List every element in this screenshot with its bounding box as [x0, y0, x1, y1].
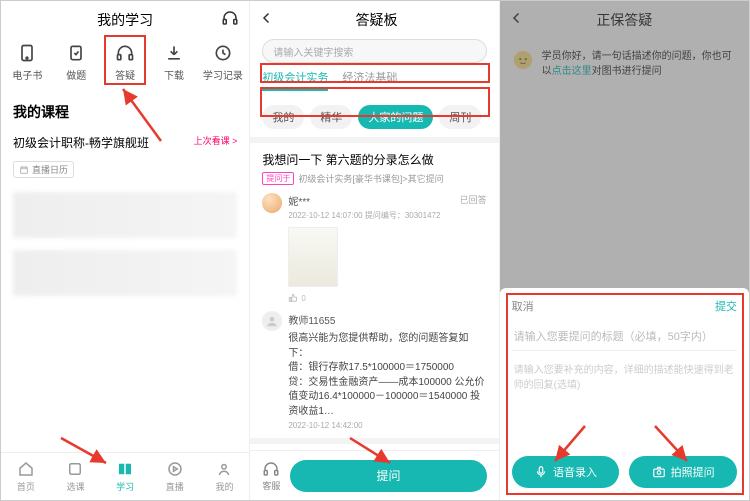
search-input[interactable]: 请输入关键字搜索 [262, 39, 486, 63]
voice-label: 语音录入 [553, 464, 597, 480]
body-input[interactable]: 请输入您要补充的内容，详细的描述能快速得到老师的回复(选填) [512, 351, 737, 448]
nav-study[interactable]: 学习 [116, 460, 134, 493]
answer-text: 很高兴能为您提供帮助，您的问题答复如下： 借：银行存款17.5*100000＝1… [288, 332, 486, 419]
cancel-button[interactable]: 取消 [512, 298, 534, 314]
course-name: 初级会计职称-畅学旗舰班 [13, 134, 149, 151]
nav-label: 选课 [66, 480, 84, 493]
question-item[interactable]: 我想问一下 第六题的分录怎么做 提问于 初级会计实务[豪华书课包]>其它提问 妮… [250, 143, 498, 438]
page-title: 我的学习 [97, 10, 153, 30]
like-count[interactable]: 0 [288, 293, 486, 303]
question-tag: 提问于 [262, 172, 294, 185]
question-date: 2022-10-12 14:07:00 提问编号：30301472 [288, 210, 486, 221]
tab-qa[interactable]: 答疑 [103, 43, 148, 82]
service-button[interactable]: 客服 [262, 460, 280, 492]
question-title: 我想问一下 第六题的分录怎么做 [262, 151, 486, 168]
filter-pill[interactable]: 大家的问题 [358, 105, 433, 129]
replied-badge: 已回答 [460, 193, 487, 208]
clipboard-icon [66, 43, 86, 63]
subject-tab[interactable]: 初级会计实务 [262, 69, 328, 91]
nav-live[interactable]: 直播 [166, 460, 184, 493]
tablet-icon [17, 43, 37, 63]
tab-ebook[interactable]: 电子书 [5, 43, 50, 82]
tab-download[interactable]: 下载 [152, 43, 197, 82]
live-calendar-label: 直播日历 [32, 163, 68, 176]
nav-select[interactable]: 选课 [66, 460, 84, 493]
voice-input-button[interactable]: 语音录入 [512, 456, 620, 488]
download-icon [164, 43, 184, 63]
history-icon [213, 43, 233, 63]
ask-button[interactable]: 提问 [290, 460, 486, 492]
service-label: 客服 [262, 479, 280, 492]
live-calendar-button[interactable]: 直播日历 [13, 161, 74, 178]
question-meta: 初级会计实务[豪华书课包]>其它提问 [298, 172, 443, 185]
nav-label: 首页 [17, 480, 35, 493]
tab-label: 做题 [66, 67, 86, 82]
like-number: 0 [301, 294, 305, 303]
avatar [262, 193, 282, 213]
submit-button[interactable]: 提交 [715, 298, 737, 314]
question-image[interactable] [288, 227, 338, 287]
filter-pill[interactable]: 我的 [262, 105, 304, 129]
photo-label: 拍照提问 [671, 464, 715, 480]
nav-mine[interactable]: 我的 [215, 460, 233, 493]
filter-pill[interactable]: 周刊 [439, 105, 481, 129]
tab-record[interactable]: 学习记录 [200, 43, 245, 82]
tab-label: 下载 [164, 67, 184, 82]
tab-label: 学习记录 [203, 67, 243, 82]
ask-sheet: 取消 提交 请输入您要提问的标题（必填，50字内） 请输入您要补充的内容，详细的… [500, 288, 749, 500]
title-input[interactable]: 请输入您要提问的标题（必填，50字内） [512, 322, 737, 351]
filter-pill[interactable]: 精华 [310, 105, 352, 129]
headphone-icon [115, 43, 135, 63]
ask-label: 提问 [376, 467, 400, 484]
last-viewed-link[interactable]: 上次看课 > [194, 134, 238, 147]
subject-tab[interactable]: 经济法基础 [342, 69, 397, 91]
tab-practice[interactable]: 做题 [54, 43, 99, 82]
tab-label: 答疑 [115, 67, 135, 82]
page-title: 答疑板 [262, 10, 490, 30]
avatar [262, 311, 282, 331]
nav-label: 学习 [116, 480, 134, 493]
asker-name: 妮*** [288, 193, 310, 208]
blurred-content [13, 192, 237, 238]
nav-label: 我的 [215, 480, 233, 493]
blurred-content [13, 250, 237, 296]
nav-home[interactable]: 首页 [17, 460, 35, 493]
answer-date: 2022-10-12 14:42:00 [288, 421, 486, 430]
photo-ask-button[interactable]: 拍照提问 [629, 456, 737, 488]
nav-label: 直播 [166, 480, 184, 493]
section-title: 我的课程 [1, 92, 249, 128]
headphone-icon[interactable] [221, 9, 239, 32]
tab-label: 电子书 [12, 67, 42, 82]
teacher-name: 教师11655 [288, 316, 335, 327]
search-placeholder: 请输入关键字搜索 [273, 44, 353, 59]
